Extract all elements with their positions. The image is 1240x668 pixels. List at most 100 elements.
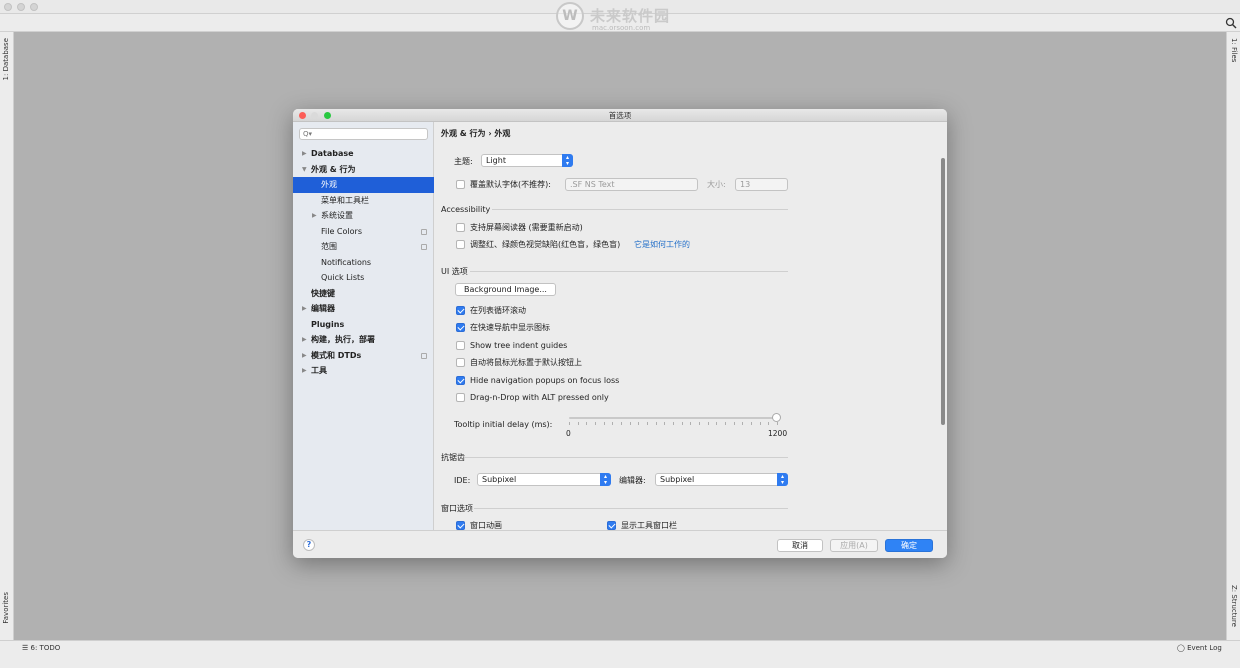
ui-option-checkbox[interactable]: [456, 358, 465, 368]
database-tool-tab[interactable]: 1: Database: [2, 38, 10, 80]
slider-tick: [577, 422, 579, 425]
chevron-right-icon[interactable]: ▶: [302, 363, 307, 379]
ide-antialiasing-select[interactable]: Subpixel ▴ ▾: [477, 473, 611, 486]
cancel-button[interactable]: 取消: [777, 539, 823, 552]
override-font-checkbox[interactable]: [456, 180, 465, 189]
tree-item-label: 外观: [321, 180, 337, 189]
event-log-icon: ◯: [1177, 644, 1188, 652]
ui-option-label: 自动将鼠标光标置于默认按钮上: [470, 358, 582, 368]
slider-tick: [664, 422, 666, 425]
minimize-window-button[interactable]: [17, 3, 25, 11]
ui-option-label: Hide navigation popups on focus loss: [470, 375, 620, 385]
zoom-window-button[interactable]: [30, 3, 38, 11]
right-tool-strip: 1: Files Z: Structure: [1226, 32, 1240, 640]
slider-knob[interactable]: [772, 413, 781, 422]
tree-item-label: 工具: [311, 366, 327, 375]
ui-option-label: Show tree indent guides: [470, 340, 568, 350]
tree-item-label: 模式和 DTDs: [311, 350, 362, 360]
color-deficiency-label: 调整红、绿颜色视觉缺陷(红色盲，绿色盲): [470, 240, 621, 249]
tree-item[interactable]: 快捷键: [293, 286, 434, 302]
tree-item[interactable]: ▶ 编辑器: [293, 301, 434, 317]
font-family-select[interactable]: .SF NS Text: [565, 178, 698, 191]
ui-option-checkbox[interactable]: [456, 393, 465, 402]
dialog-close-button[interactable]: [299, 112, 306, 119]
tree-item[interactable]: Notifications: [293, 255, 434, 271]
background-image-button[interactable]: Background Image...: [455, 283, 556, 296]
show-tool-window-bars-checkbox[interactable]: [607, 521, 616, 530]
preferences-dialog: 首选项 Q▾ ▶ Database ▼ 外观 & 行为 外观 菜单和工具栏 ▶ 系统设置 Fil…: [293, 109, 947, 558]
close-window-button[interactable]: [4, 3, 12, 11]
slider-tick: [725, 422, 726, 425]
dialog-minimize-button[interactable]: [311, 112, 318, 119]
settings-sidebar: Q▾ ▶ Database ▼ 外观 & 行为 外观 菜单和工具栏 ▶ 系统设置 File Co…: [293, 122, 434, 530]
slider-tick: [768, 422, 770, 425]
color-deficiency-checkbox[interactable]: [456, 240, 465, 249]
chevron-right-icon[interactable]: ▶: [312, 208, 317, 224]
files-tool-tab[interactable]: 1: Files: [1230, 38, 1238, 62]
tree-item[interactable]: 范围: [293, 239, 434, 255]
tree-item[interactable]: File Colors: [293, 224, 434, 240]
tree-item[interactable]: ▶ Database: [293, 146, 434, 162]
tree-item[interactable]: ▶ 模式和 DTDs: [293, 348, 434, 364]
slider-tick: [716, 422, 718, 425]
dialog-zoom-button[interactable]: [324, 112, 331, 119]
chevron-right-icon[interactable]: ▶: [302, 301, 307, 317]
chevron-down-icon[interactable]: ▼: [302, 162, 307, 178]
tree-item-label: 外观 & 行为: [311, 164, 356, 174]
favorites-tool-tab[interactable]: Favorites: [2, 592, 10, 624]
watermark-mark: W: [556, 2, 584, 30]
tree-item[interactable]: 外观: [293, 177, 434, 193]
ok-button[interactable]: 确定: [885, 539, 933, 552]
slider-tick: [673, 422, 674, 425]
tree-item-label: 系统设置: [321, 211, 353, 220]
theme-select[interactable]: Light ▴ ▾: [481, 154, 573, 167]
favorites-tool-label: Favorites: [2, 592, 10, 624]
chevron-right-icon[interactable]: ▶: [302, 332, 307, 348]
search-everywhere-icon[interactable]: [1225, 17, 1237, 29]
left-tool-strip: 1: Database Favorites: [0, 32, 14, 640]
tree-item[interactable]: ▶ 系统设置: [293, 208, 434, 224]
select-stepper-icon: ▴ ▾: [777, 473, 788, 486]
tree-item[interactable]: Quick Lists: [293, 270, 434, 286]
database-tool-label: 1: Database: [2, 38, 10, 81]
antialiasing-header: 抗锯齿: [441, 453, 465, 462]
how-it-works-link[interactable]: 它是如何工作的: [634, 239, 690, 250]
project-scope-icon: [421, 352, 427, 359]
font-family-value: .SF NS Text: [570, 180, 615, 189]
ui-option-checkbox[interactable]: [456, 323, 465, 333]
ui-option-checkbox[interactable]: [456, 340, 465, 350]
event-log-button[interactable]: ◯ Event Log: [1177, 644, 1222, 652]
tree-item[interactable]: 菜单和工具栏: [293, 193, 434, 209]
tree-item[interactable]: Plugins: [293, 317, 434, 333]
todo-label: 6: TODO: [30, 644, 61, 652]
ui-option-checkbox[interactable]: [456, 306, 465, 315]
dialog-title-bar: 首选项: [293, 109, 947, 122]
editor-antialiasing-select[interactable]: Subpixel ▴ ▾: [655, 473, 788, 486]
theme-label: 主题:: [454, 157, 473, 166]
screen-reader-label: 支持屏幕阅读器 (需要重新启动): [470, 223, 583, 232]
window-animation-checkbox[interactable]: [456, 521, 465, 530]
slider-tick: [595, 422, 596, 425]
chevron-right-icon[interactable]: ▶: [302, 348, 307, 364]
content-scrollbar[interactable]: [941, 158, 945, 425]
help-button[interactable]: ?: [303, 539, 315, 551]
tree-item[interactable]: ▶ 工具: [293, 363, 434, 379]
slider-tick: [681, 422, 683, 425]
slider-track[interactable]: [569, 417, 777, 419]
accessibility-header: Accessibility: [441, 205, 491, 214]
watermark-title: 未来软件园: [590, 7, 671, 25]
tooltip-delay-label: Tooltip initial delay (ms):: [454, 420, 553, 429]
ui-option-checkbox[interactable]: [456, 375, 465, 385]
structure-tool-tab[interactable]: Z: Structure: [1230, 585, 1238, 627]
font-size-select[interactable]: 13: [735, 178, 788, 191]
tree-item-label: Database: [311, 149, 354, 158]
todo-tool-button[interactable]: ☰ 6: TODO: [22, 644, 60, 652]
settings-search-input[interactable]: Q▾: [299, 128, 428, 140]
screen-reader-checkbox[interactable]: [456, 223, 465, 232]
tree-item[interactable]: ▼ 外观 & 行为: [293, 162, 434, 178]
select-stepper-icon: ▴ ▾: [562, 154, 573, 167]
ide-aa-label: IDE:: [454, 476, 471, 485]
apply-button[interactable]: 应用(A): [830, 539, 878, 552]
tree-item[interactable]: ▶ 构建，执行，部署: [293, 332, 434, 348]
chevron-right-icon[interactable]: ▶: [302, 146, 307, 162]
